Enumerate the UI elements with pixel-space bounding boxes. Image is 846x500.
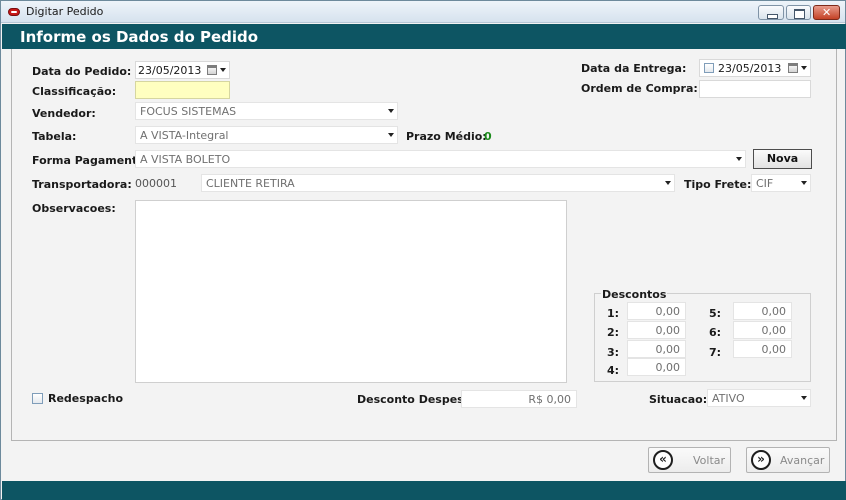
tabela-label: Tabela:: [32, 130, 77, 143]
desconto-7-value: 0,00: [761, 343, 787, 356]
desconto-3-value: 0,00: [655, 343, 681, 356]
situacao-label: Situacao:: [649, 393, 708, 406]
data-entrega-checkbox[interactable]: [704, 63, 714, 73]
calendar-icon[interactable]: [788, 63, 798, 73]
situacao-value: ATIVO: [712, 392, 745, 405]
data-entrega-picker[interactable]: 23/05/2013: [699, 59, 811, 77]
vendedor-select[interactable]: FOCUS SISTEMAS: [135, 102, 398, 120]
desconto-6-input[interactable]: 0,00: [733, 321, 792, 339]
window-title: Digitar Pedido: [26, 5, 104, 18]
chevron-down-icon[interactable]: [220, 68, 226, 72]
chevron-down-icon[interactable]: [801, 396, 807, 400]
vendedor-value: FOCUS SISTEMAS: [140, 105, 237, 118]
chevron-down-icon[interactable]: [388, 133, 394, 137]
close-button[interactable]: [813, 5, 840, 20]
desconto-3-input[interactable]: 0,00: [627, 340, 686, 358]
transportadora-value: CLIENTE RETIRA: [206, 177, 295, 190]
tipo-frete-label: Tipo Frete:: [684, 178, 752, 191]
data-pedido-value: 23/05/2013: [138, 64, 202, 77]
back-arrow-icon: «: [653, 450, 673, 470]
chevron-down-icon[interactable]: [736, 157, 742, 161]
desconto-despesa-value: R$ 0,00: [528, 393, 571, 406]
desconto-1-label: 1:: [607, 307, 620, 320]
desconto-1-input[interactable]: 0,00: [627, 302, 686, 320]
forma-pagamento-label: Forma Pagamento:: [32, 154, 150, 167]
desconto-2-input[interactable]: 0,00: [627, 321, 686, 339]
desconto-5-label: 5:: [709, 307, 722, 320]
tipo-frete-select[interactable]: CIF: [751, 174, 811, 192]
minimize-button[interactable]: [758, 5, 784, 20]
tabela-select[interactable]: A VISTA-Integral: [135, 126, 398, 144]
desconto-1-value: 0,00: [655, 305, 681, 318]
prazo-medio-label: Prazo Médio:: [406, 130, 487, 143]
title-bar: Digitar Pedido: [1, 1, 845, 23]
data-entrega-value: 23/05/2013: [718, 62, 782, 75]
forward-arrow-icon: »: [751, 450, 771, 470]
desconto-5-value: 0,00: [761, 305, 787, 318]
order-window: Digitar Pedido Informe os Dados do Pedid…: [0, 0, 846, 500]
desconto-6-value: 0,00: [761, 324, 787, 337]
chevron-down-icon[interactable]: [801, 181, 807, 185]
ordem-compra-label: Ordem de Compra:: [581, 82, 698, 95]
desconto-2-label: 2:: [607, 326, 620, 339]
tipo-frete-value: CIF: [756, 177, 774, 190]
chevron-down-icon[interactable]: [665, 181, 671, 185]
page-title: Informe os Dados do Pedido: [20, 28, 259, 46]
maximize-button[interactable]: [786, 5, 811, 20]
data-pedido-picker[interactable]: 23/05/2013: [135, 61, 230, 79]
situacao-select[interactable]: ATIVO: [707, 389, 811, 407]
desconto-despesa-label: Desconto Despesa:: [357, 393, 476, 406]
status-band: [2, 481, 846, 500]
desconto-4-input[interactable]: 0,00: [627, 358, 686, 376]
voltar-button[interactable]: « Voltar: [648, 447, 731, 473]
desconto-4-value: 0,00: [655, 361, 681, 374]
desconto-2-value: 0,00: [655, 324, 681, 337]
classificacao-input[interactable]: [135, 81, 230, 99]
observacoes-textarea[interactable]: [135, 200, 567, 383]
desconto-3-label: 3:: [607, 346, 620, 359]
app-icon: [8, 8, 20, 16]
redespacho-checkbox[interactable]: [32, 393, 43, 404]
vendedor-label: Vendedor:: [32, 107, 96, 120]
forma-pagamento-value: A VISTA BOLETO: [140, 153, 231, 166]
transportadora-code: 000001: [135, 177, 177, 190]
header-band: Informe os Dados do Pedido: [2, 24, 846, 49]
voltar-label: Voltar: [693, 454, 726, 467]
desconto-7-input[interactable]: 0,00: [733, 340, 792, 358]
forma-pagamento-select[interactable]: A VISTA BOLETO: [135, 150, 746, 168]
transportadora-select[interactable]: CLIENTE RETIRA: [201, 174, 675, 192]
ordem-compra-input[interactable]: [699, 80, 811, 98]
classificacao-label: Classificação:: [32, 85, 117, 98]
redespacho-label: Redespacho: [48, 392, 124, 405]
data-entrega-label: Data da Entrega:: [581, 62, 687, 75]
avancar-button[interactable]: » Avançar: [746, 447, 830, 473]
nova-button[interactable]: Nova: [753, 149, 812, 169]
desconto-6-label: 6:: [709, 326, 722, 339]
prazo-medio-value: 0: [484, 130, 492, 143]
descontos-title: Descontos: [601, 288, 668, 301]
avancar-label: Avançar: [780, 454, 825, 467]
transportadora-label: Transportadora:: [32, 178, 132, 191]
desconto-5-input[interactable]: 0,00: [733, 302, 792, 320]
desconto-7-label: 7:: [709, 346, 722, 359]
observacoes-label: Observacoes:: [32, 202, 116, 215]
chevron-down-icon[interactable]: [388, 109, 394, 113]
desconto-despesa-input[interactable]: R$ 0,00: [461, 390, 577, 408]
desconto-4-label: 4:: [607, 364, 620, 377]
chevron-down-icon[interactable]: [801, 66, 807, 70]
calendar-icon[interactable]: [207, 65, 217, 75]
tabela-value: A VISTA-Integral: [140, 129, 229, 142]
data-pedido-label: Data do Pedido:: [32, 65, 132, 78]
